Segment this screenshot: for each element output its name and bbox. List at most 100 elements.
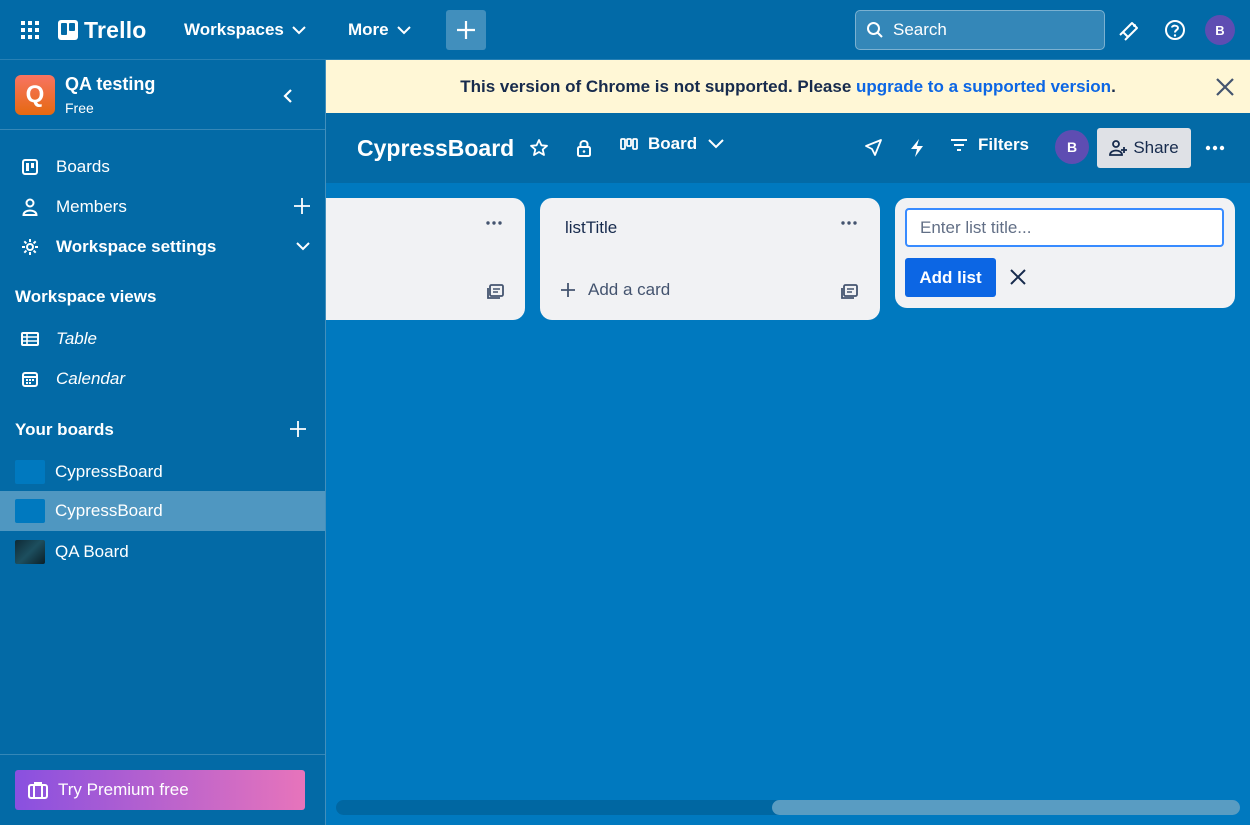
board-icon xyxy=(20,159,40,175)
list-actions-button[interactable] xyxy=(485,220,505,234)
help-icon xyxy=(1165,20,1185,40)
notifications-button[interactable] xyxy=(1114,14,1146,46)
account-avatar[interactable]: B xyxy=(1205,15,1235,45)
sidebar-item-label: Boards xyxy=(56,157,110,176)
upgrade-link[interactable]: upgrade to a supported version xyxy=(856,77,1111,96)
chevron-down-icon xyxy=(396,26,411,35)
more-horizontal-icon xyxy=(841,221,857,225)
collapse-sidebar-button[interactable] xyxy=(276,84,300,108)
chevron-left-icon xyxy=(283,89,292,103)
account-initial: B xyxy=(1215,22,1225,38)
list-title[interactable]: listTitle xyxy=(565,218,617,238)
trello-logo-icon xyxy=(58,20,78,40)
sidebar-item-members[interactable]: Members xyxy=(0,187,325,227)
board-member-avatar[interactable]: B xyxy=(1055,130,1089,164)
workspace-logo: Q xyxy=(15,75,55,115)
add-person-icon xyxy=(1109,140,1128,156)
board-thumbnail xyxy=(15,499,45,523)
sidebar-divider xyxy=(0,754,325,755)
filters-button[interactable]: Filters xyxy=(950,135,1029,155)
board-thumbnail xyxy=(15,540,45,564)
workspaces-menu-button[interactable]: Workspaces xyxy=(178,12,312,48)
more-horizontal-icon xyxy=(486,221,502,225)
workspace-views-heading: Workspace views xyxy=(15,287,157,306)
share-button[interactable]: Share xyxy=(1097,128,1191,168)
add-board-button[interactable] xyxy=(289,420,309,440)
app-switcher-button[interactable] xyxy=(14,14,46,46)
briefcase-icon xyxy=(28,782,48,799)
board-title[interactable]: CypressBoard xyxy=(357,135,514,162)
help-button[interactable] xyxy=(1159,14,1191,46)
board-view-switcher[interactable]: Board xyxy=(620,134,725,154)
automation-button[interactable] xyxy=(906,137,928,159)
power-ups-button[interactable] xyxy=(862,137,884,159)
board-view-icon xyxy=(620,138,638,150)
browser-warning-banner: This version of Chrome is not supported.… xyxy=(326,60,1250,113)
top-navigation-bar: Trello Workspaces More B xyxy=(0,0,1250,60)
list-title-input[interactable] xyxy=(905,208,1224,247)
more-horizontal-icon xyxy=(1205,145,1225,151)
sidebar-board-item-active[interactable]: CypressBoard xyxy=(0,491,325,531)
chevron-down-icon xyxy=(292,26,306,35)
create-from-template-button[interactable] xyxy=(841,282,859,300)
board-item-label: CypressBoard xyxy=(55,501,163,520)
rocket-icon xyxy=(865,139,882,156)
board-menu-button[interactable] xyxy=(1202,137,1228,159)
add-member-button[interactable] xyxy=(293,197,311,215)
workspace-sidebar: Q QA testing Free Boards Members Workspa… xyxy=(0,60,326,825)
logo-text: Trello xyxy=(84,16,147,43)
member-initial: B xyxy=(1066,139,1078,155)
star-board-button[interactable] xyxy=(528,137,550,159)
gear-icon xyxy=(20,238,40,256)
banner-end: . xyxy=(1111,76,1116,96)
plus-icon xyxy=(290,421,306,437)
list-column xyxy=(326,198,525,320)
sidebar-item-label: Members xyxy=(56,197,127,216)
sidebar-item-workspace-settings[interactable]: Workspace settings xyxy=(0,227,325,267)
premium-label: Try Premium free xyxy=(58,780,189,799)
workspace-header: Q QA testing Free xyxy=(0,60,325,130)
workspace-name[interactable]: QA testing xyxy=(65,74,155,95)
sidebar-board-item[interactable]: CypressBoard xyxy=(0,452,325,492)
banner-text: This version of Chrome is not supported.… xyxy=(460,77,1116,97)
create-button[interactable] xyxy=(446,10,486,50)
filters-label: Filters xyxy=(978,135,1030,154)
horizontal-scrollbar-thumb[interactable] xyxy=(772,800,1240,815)
more-menu-button[interactable]: More xyxy=(342,12,417,48)
add-card-button[interactable]: Add a card xyxy=(560,280,670,300)
megaphone-icon xyxy=(1119,22,1138,41)
add-list-form: Add list xyxy=(895,198,1235,308)
workspace-initial: Q xyxy=(25,81,45,108)
grid-icon xyxy=(21,21,39,39)
board-header: CypressBoard Board Filters B Share xyxy=(326,113,1250,183)
sidebar-item-calendar[interactable]: Calendar xyxy=(0,359,325,399)
try-premium-button[interactable]: Try Premium free xyxy=(15,770,305,810)
person-icon xyxy=(20,198,40,216)
share-label: Share xyxy=(1133,138,1179,157)
sidebar-item-boards[interactable]: Boards xyxy=(0,147,325,187)
sidebar-board-item[interactable]: QA Board xyxy=(0,532,325,572)
filter-icon xyxy=(951,139,967,151)
sidebar-item-label: Table xyxy=(56,329,97,348)
board-thumbnail xyxy=(15,460,45,484)
create-from-template-button[interactable] xyxy=(487,282,505,300)
calendar-icon xyxy=(20,371,40,387)
search-box[interactable] xyxy=(855,10,1105,50)
lightning-icon xyxy=(911,139,923,157)
trello-logo[interactable]: Trello xyxy=(58,16,147,44)
list-actions-button[interactable] xyxy=(840,220,860,234)
search-input[interactable] xyxy=(893,20,1083,40)
list-column: listTitle Add a card xyxy=(540,198,880,320)
dismiss-banner-button[interactable] xyxy=(1214,76,1236,98)
plus-icon xyxy=(561,283,575,297)
plus-icon xyxy=(294,198,310,214)
add-list-button[interactable]: Add list xyxy=(905,258,996,297)
cancel-add-list-button[interactable] xyxy=(1008,267,1030,289)
sidebar-item-label: Workspace settings xyxy=(56,237,217,256)
close-icon xyxy=(1216,78,1234,96)
sidebar-item-table[interactable]: Table xyxy=(0,319,325,359)
your-boards-heading: Your boards xyxy=(15,420,114,439)
visibility-button[interactable] xyxy=(573,137,595,159)
board-item-label: CypressBoard xyxy=(55,462,163,481)
expand-settings-button[interactable] xyxy=(295,237,311,255)
